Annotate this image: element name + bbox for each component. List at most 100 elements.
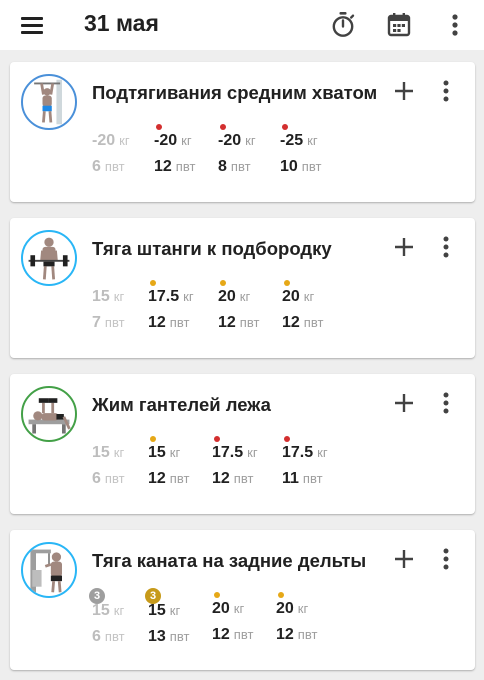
status-dot	[220, 280, 226, 286]
weight-unit: кг	[245, 133, 256, 148]
exercise-card[interactable]: Жим гантелей лежа 15 кг 6 пвт 15 кг 12 пвт 1…	[10, 374, 475, 514]
set-weight: -20	[218, 132, 242, 149]
weight-unit: кг	[113, 289, 125, 304]
set-chip[interactable]: -20 кг 12 пвт	[154, 124, 224, 184]
reps-unit: пвт	[169, 315, 190, 330]
pullup-icon	[21, 74, 77, 130]
weight-unit: кг	[307, 133, 318, 148]
set-reps: 11	[282, 470, 299, 487]
weight-unit: кг	[169, 603, 181, 618]
weight-unit: кг	[239, 289, 251, 304]
reps-unit: пвт	[230, 159, 251, 174]
status-dot	[214, 436, 220, 442]
date-title[interactable]: 31 мая	[84, 10, 159, 37]
status-dot	[214, 592, 220, 598]
reps-unit: пвт	[233, 627, 254, 642]
set-chip[interactable]: -20 кг 8 пвт	[218, 124, 288, 184]
weight-unit: кг	[169, 445, 181, 460]
exercise-card[interactable]: Тяга каната на задние дельты 3 15 кг 6 пвт…	[10, 530, 475, 670]
set-weight: 17.5	[282, 444, 314, 461]
set-chip[interactable]: -25 кг 10 пвт	[280, 124, 350, 184]
weight-unit: кг	[303, 289, 315, 304]
set-weight: 20	[212, 600, 230, 617]
set-reps: 12	[212, 626, 230, 643]
more-vert-icon[interactable]	[434, 545, 458, 573]
reps-unit: пвт	[104, 159, 125, 174]
set-reps: 12	[154, 158, 172, 175]
set-weight: -20	[154, 132, 178, 149]
status-dot	[220, 124, 226, 130]
reps-unit: пвт	[297, 627, 318, 642]
add-set-icon[interactable]	[390, 545, 418, 573]
exercise-card[interactable]: Подтягивания средним хватом -20 кг 6 пвт -…	[10, 62, 475, 202]
set-weight: 20	[276, 600, 294, 617]
set-reps: 13	[148, 628, 166, 645]
set-reps: 12	[276, 626, 294, 643]
weight-unit: кг	[317, 445, 328, 460]
more-vert-icon[interactable]	[440, 10, 470, 40]
set-weight: 15	[148, 602, 166, 619]
reps-unit: пвт	[233, 471, 254, 486]
set-weight: 15	[92, 602, 110, 619]
set-chip[interactable]: 20 кг 12 пвт	[212, 592, 282, 652]
add-set-icon[interactable]	[390, 389, 418, 417]
set-weight: 20	[218, 288, 236, 305]
set-chip[interactable]: 15 кг 12 пвт	[148, 436, 218, 496]
set-chip[interactable]: 20 кг 12 пвт	[218, 280, 288, 340]
exercise-name: Подтягивания средним хватом	[92, 82, 378, 103]
exercise-card[interactable]: Тяга штанги к подбородку 15 кг 7 пвт 17.5 к…	[10, 218, 475, 358]
status-dot	[282, 124, 288, 130]
set-reps: 10	[280, 158, 298, 175]
reps-unit: пвт	[104, 471, 125, 486]
add-set-icon[interactable]	[390, 233, 418, 261]
set-chip[interactable]: -20 кг 6 пвт	[92, 124, 162, 184]
set-weight: 17.5	[148, 288, 180, 305]
set-chip[interactable]: 20 кг 12 пвт	[276, 592, 346, 652]
set-reps: 12	[282, 314, 300, 331]
set-weight: 15	[148, 444, 166, 461]
weight-unit: кг	[119, 133, 130, 148]
set-weight: 17.5	[212, 444, 244, 461]
set-chip[interactable]: 17.5 кг 12 пвт	[148, 280, 218, 340]
set-reps: 12	[148, 314, 166, 331]
more-vert-icon[interactable]	[434, 77, 458, 105]
dumbbell-press-icon	[21, 386, 77, 442]
set-chip[interactable]: 17.5 кг 12 пвт	[212, 436, 282, 496]
exercise-name: Жим гантелей лежа	[92, 394, 271, 415]
barbell-row-icon	[21, 230, 77, 286]
status-dot	[150, 280, 156, 286]
reps-unit: пвт	[301, 159, 322, 174]
calendar-icon[interactable]	[384, 10, 414, 40]
set-reps: 12	[218, 314, 236, 331]
reps-unit: пвт	[104, 629, 125, 644]
set-chip[interactable]: 3 15 кг 13 пвт	[145, 588, 218, 654]
stopwatch-icon[interactable]	[328, 10, 358, 40]
set-reps: 6	[92, 628, 101, 645]
more-vert-icon[interactable]	[434, 233, 458, 261]
reps-unit: пвт	[169, 471, 190, 486]
set-reps: 6	[92, 470, 101, 487]
set-reps: 6	[92, 158, 101, 175]
reps-unit: пвт	[302, 471, 323, 486]
set-weight: -25	[280, 132, 304, 149]
weight-unit: кг	[113, 445, 125, 460]
set-reps: 8	[218, 158, 227, 175]
menu-icon[interactable]	[20, 14, 46, 36]
status-dot	[278, 592, 284, 598]
status-dot	[156, 124, 162, 130]
set-weight: 20	[282, 288, 300, 305]
set-reps: 7	[92, 314, 101, 331]
set-chip[interactable]: 20 кг 12 пвт	[282, 280, 352, 340]
add-set-icon[interactable]	[390, 77, 418, 105]
reps-unit: пвт	[239, 315, 260, 330]
status-dot	[284, 436, 290, 442]
set-chip[interactable]: 17.5 кг 11 пвт	[282, 436, 352, 496]
reps-unit: пвт	[104, 315, 125, 330]
more-vert-icon[interactable]	[434, 389, 458, 417]
weight-unit: кг	[247, 445, 258, 460]
status-dot	[150, 436, 156, 442]
weight-unit: кг	[113, 603, 125, 618]
set-reps: 12	[148, 470, 166, 487]
weight-unit: кг	[233, 601, 245, 616]
exercise-name: Тяга каната на задние дельты	[92, 550, 367, 571]
